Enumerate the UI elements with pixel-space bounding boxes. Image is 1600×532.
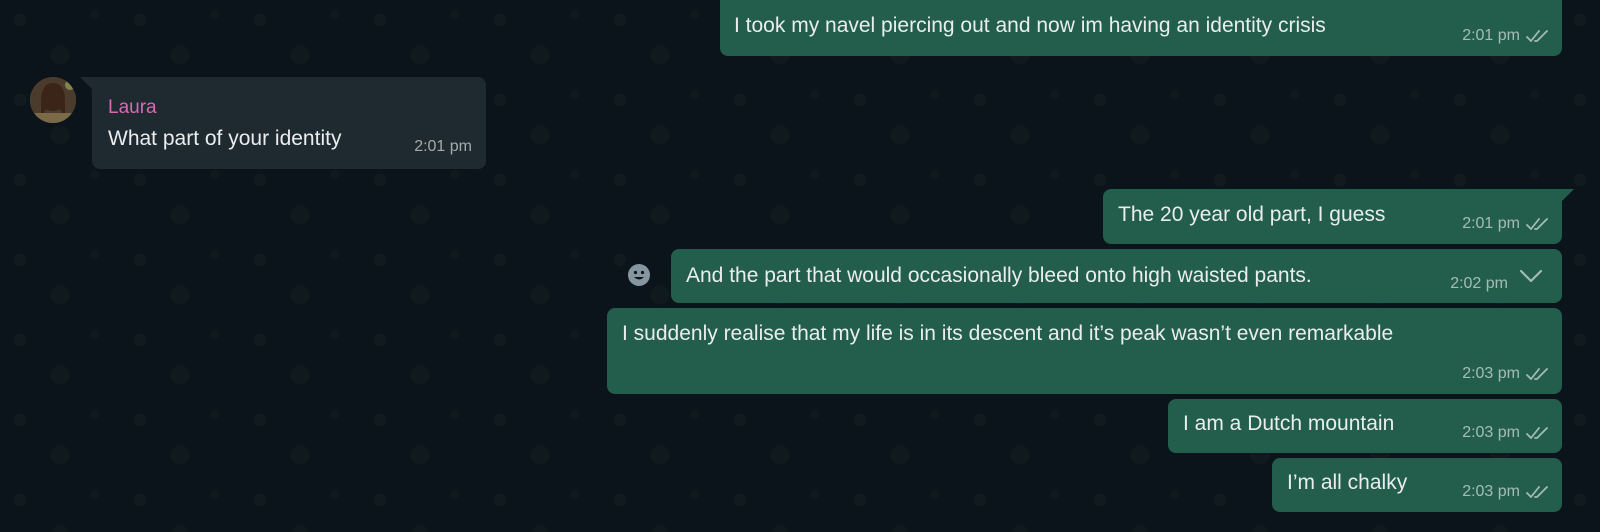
contact-photo (30, 77, 76, 123)
message-time: 2:03 pm (1462, 424, 1520, 441)
message-time: 2:01 pm (1462, 27, 1520, 44)
message-text: What part of your identity (108, 127, 342, 150)
double-check-icon (1526, 427, 1548, 439)
message-meta: 2:01 pm (1462, 210, 1550, 238)
message-meta: 2:02 pm (1450, 270, 1508, 298)
message-text: I suddenly realise that my life is in it… (622, 322, 1394, 345)
message-outgoing[interactable]: I am a Dutch mountain 2:03 pm (1168, 399, 1562, 453)
message-outgoing[interactable]: The 20 year old part, I guess 2:01 pm (1103, 189, 1562, 244)
double-check-icon (1526, 218, 1548, 230)
message-outgoing[interactable]: And the part that would occasionally ble… (671, 249, 1562, 303)
avatar[interactable] (30, 77, 76, 123)
message-meta: 2:03 pm (1462, 360, 1550, 388)
message-text: I am a Dutch mountain (1183, 412, 1395, 435)
message-text: I’m all chalky (1287, 471, 1408, 494)
message-time: 2:03 pm (1462, 483, 1520, 500)
double-check-icon (1526, 30, 1548, 42)
message-text: And the part that would occasionally ble… (686, 264, 1312, 287)
double-check-icon (1526, 486, 1548, 498)
message-outgoing[interactable]: I’m all chalky 2:03 pm (1272, 458, 1562, 512)
chat-area: I took my navel piercing out and now im … (0, 0, 1600, 532)
message-text: I took my navel piercing out and now im … (734, 14, 1326, 37)
sender-name[interactable]: Laura (108, 94, 157, 122)
message-time: 2:02 pm (1450, 275, 1508, 292)
chevron-down-icon[interactable] (1518, 267, 1544, 285)
bubble-tail (80, 77, 92, 89)
smiley-icon (628, 264, 650, 286)
bubble-tail (1562, 189, 1574, 201)
message-time: 2:03 pm (1462, 365, 1520, 382)
message-time: 2:01 pm (414, 138, 472, 155)
message-outgoing[interactable]: I took my navel piercing out and now im … (720, 0, 1562, 56)
message-meta: 2:01 pm (1462, 22, 1550, 50)
message-incoming[interactable]: Laura What part of your identity 2:01 pm (92, 77, 486, 169)
reaction-button[interactable] (620, 256, 658, 294)
message-meta: 2:03 pm (1462, 419, 1550, 447)
double-check-icon (1526, 368, 1548, 380)
message-time: 2:01 pm (1462, 215, 1520, 232)
message-outgoing[interactable]: I suddenly realise that my life is in it… (607, 308, 1562, 394)
message-meta: 2:03 pm (1462, 478, 1550, 506)
message-text: The 20 year old part, I guess (1118, 203, 1386, 226)
message-meta: 2:01 pm (414, 133, 472, 161)
